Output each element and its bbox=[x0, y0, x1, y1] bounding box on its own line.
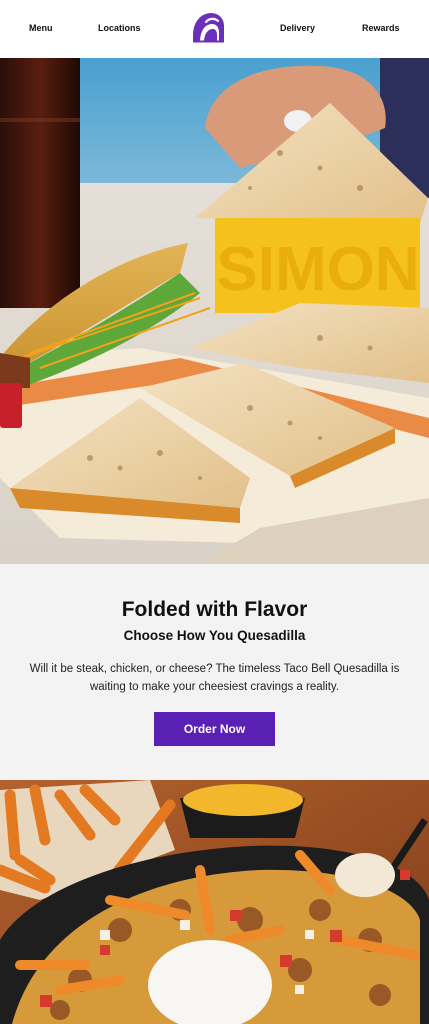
promo-title: Folded with Flavor bbox=[121, 598, 308, 621]
hero-overlay-text: SIMON bbox=[216, 235, 419, 304]
order-now-button[interactable]: Order Now bbox=[154, 712, 275, 746]
nav-rewards-link[interactable]: Rewards bbox=[362, 23, 400, 33]
hero-quesadilla-image[interactable]: SIMON bbox=[0, 58, 429, 564]
promo-subtitle: Choose How You Quesadilla bbox=[123, 628, 306, 643]
nacho-fries-image[interactable] bbox=[0, 780, 429, 1024]
promo-body: Will it be steak, chicken, or cheese? Th… bbox=[29, 663, 400, 693]
nav-menu-link[interactable]: Menu bbox=[29, 23, 53, 33]
top-nav: Menu Locations Delivery Rewards bbox=[0, 0, 429, 58]
taco-bell-logo-icon[interactable] bbox=[190, 11, 226, 44]
nav-delivery-link[interactable]: Delivery bbox=[280, 23, 315, 33]
promo-section: Folded with Flavor Choose How You Quesad… bbox=[0, 564, 429, 780]
nav-locations-link[interactable]: Locations bbox=[98, 23, 141, 33]
